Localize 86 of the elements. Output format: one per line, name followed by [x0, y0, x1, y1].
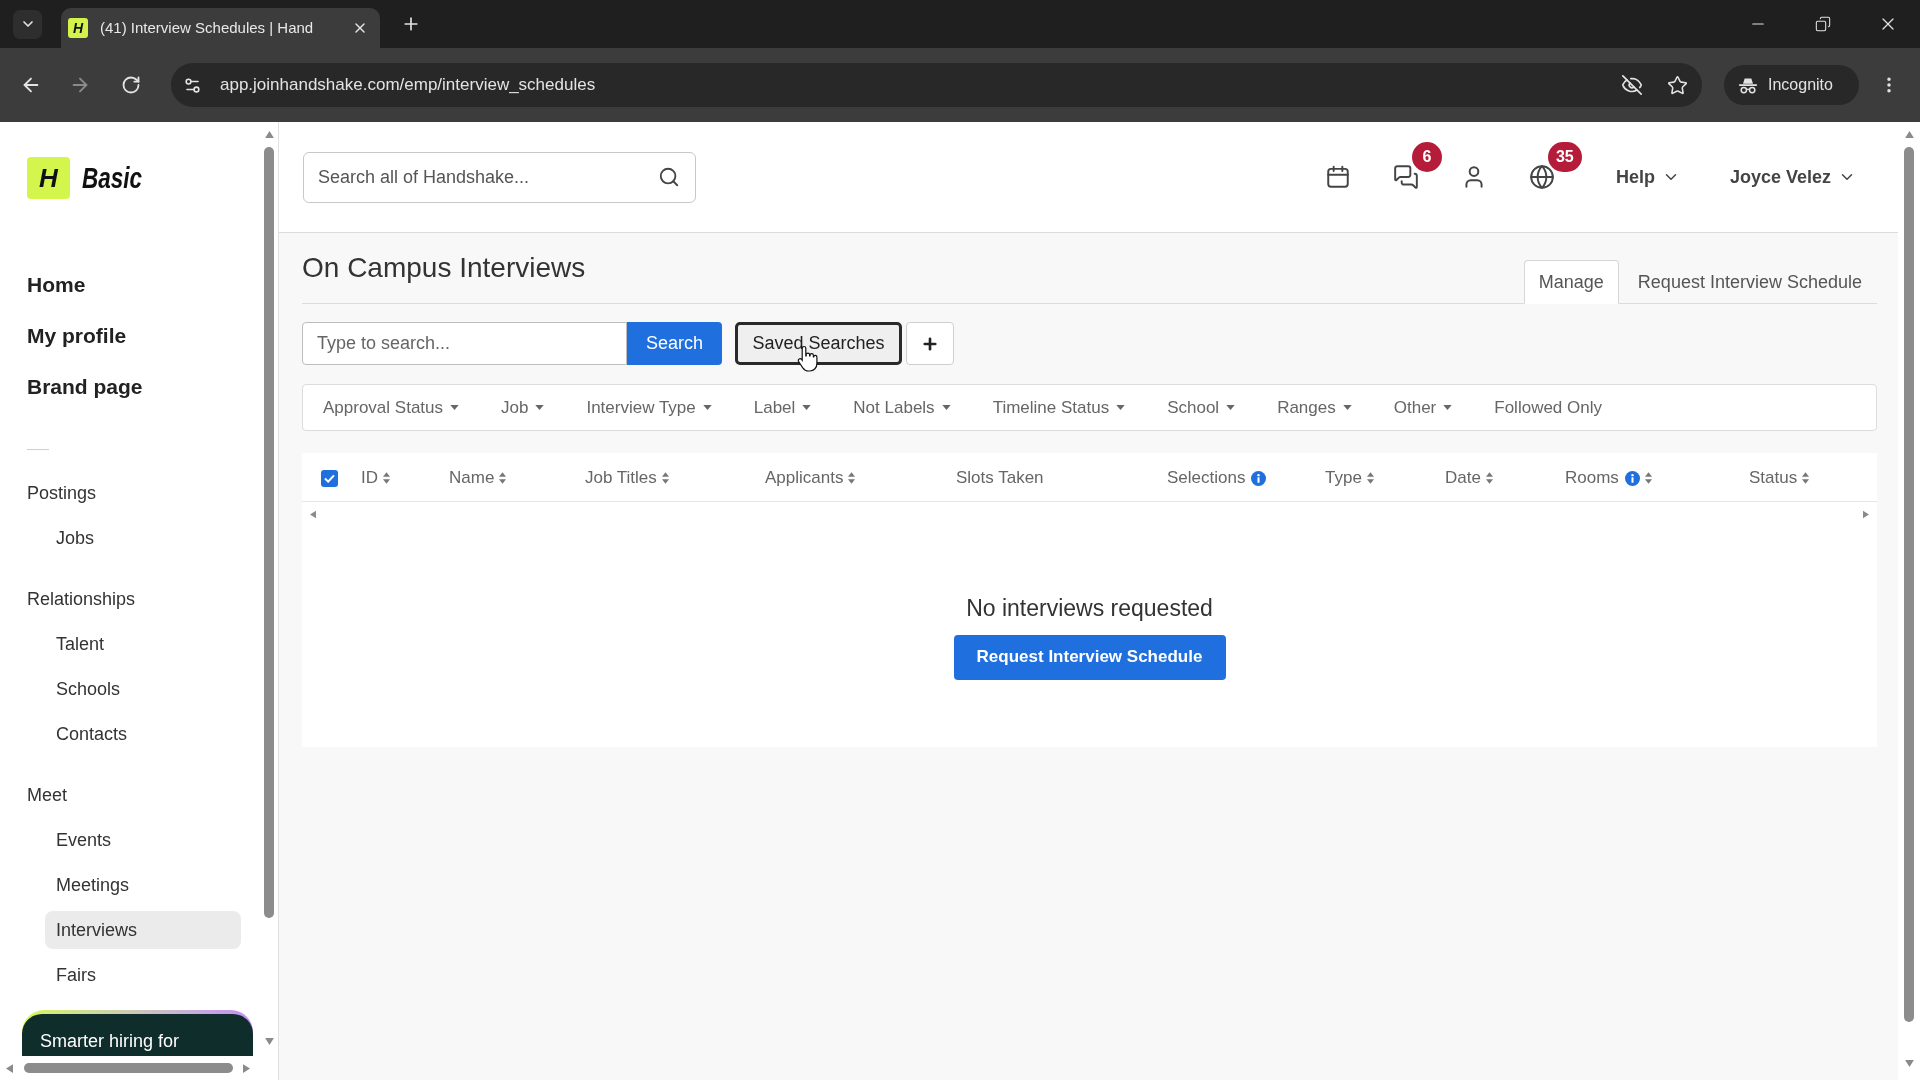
scroll-right-arrow-icon[interactable] [243, 1063, 250, 1073]
brand-name: Basic [82, 163, 143, 193]
scroll-down-arrow-icon[interactable] [1904, 1060, 1914, 1067]
restore-icon[interactable] [1814, 16, 1831, 32]
search-field[interactable]: Search all of Handshake... [303, 151, 696, 203]
column-header[interactable]: Date [1445, 465, 1481, 491]
globe-icon[interactable] [1528, 164, 1555, 190]
scroll-right-arrow-icon[interactable] [1863, 510, 1869, 519]
info-icon[interactable] [1251, 470, 1267, 486]
column-header[interactable]: Applicants [765, 465, 844, 491]
column-header[interactable]: Rooms [1565, 465, 1619, 491]
nav-section-heading: Meet [27, 783, 68, 807]
column-header[interactable]: Job Titles [585, 465, 657, 491]
notification-badge: 35 [1547, 142, 1582, 172]
notification-badge: 6 [1411, 142, 1442, 172]
incognito-icon [1738, 76, 1758, 94]
header-menu-button[interactable]: Help [1615, 163, 1680, 191]
profile-pill[interactable]: Incognito [1724, 65, 1859, 105]
page-tab[interactable]: Manage [1523, 260, 1619, 304]
favicon: H [68, 18, 88, 38]
tab-list-button[interactable] [13, 9, 42, 39]
logo-mark[interactable]: H [27, 157, 70, 199]
nav-link[interactable]: Brand page [27, 361, 143, 412]
column-header: Slots Taken [956, 467, 1044, 490]
tab-title: (41) Interview Schedules | Hand [100, 17, 314, 38]
add-search-button[interactable] [906, 322, 954, 365]
nav-link[interactable]: Meetings [45, 866, 241, 904]
filter-dropdown[interactable]: Followed Only [1494, 394, 1602, 421]
nav-link[interactable]: Contacts [45, 715, 241, 753]
info-icon[interactable] [1624, 470, 1640, 486]
filter-dropdown[interactable]: Interview Type [586, 394, 712, 421]
column-header[interactable]: Name [449, 465, 495, 491]
empty-state-message: No interviews requested [966, 594, 1213, 623]
nav-link[interactable]: Home [27, 259, 86, 310]
filter-dropdown[interactable]: Approval Status [323, 394, 459, 421]
column-header[interactable]: Type [1325, 465, 1362, 491]
filter-dropdown[interactable]: Label [753, 394, 812, 421]
filter-dropdown[interactable]: Ranges [1277, 394, 1352, 421]
scroll-up-arrow-icon[interactable] [1904, 131, 1914, 138]
nav-section-heading: Postings [27, 481, 97, 505]
filter-dropdown[interactable]: Not Labels [853, 394, 951, 421]
scrollbar-thumb[interactable] [264, 147, 275, 918]
search-icon[interactable] [658, 165, 680, 188]
nav-link[interactable]: Schools [45, 670, 241, 708]
nav-link[interactable]: Talent [45, 625, 241, 663]
column-header[interactable]: ID [361, 465, 378, 491]
nav-link[interactable]: Jobs [45, 519, 241, 557]
column-header[interactable]: Status [1749, 465, 1798, 491]
filter-dropdown[interactable]: Other [1393, 394, 1453, 421]
scroll-up-arrow-icon[interactable] [264, 131, 274, 138]
calendar-icon[interactable] [1324, 164, 1351, 190]
select-all-checkbox[interactable] [321, 469, 338, 487]
header-menu-button[interactable]: Joyce Velez [1729, 163, 1856, 191]
column-header: Selections [1167, 467, 1246, 490]
url-text: app.joinhandshake.com/emp/interview_schedules [220, 74, 596, 97]
request-schedule-button[interactable]: Request Interview Schedule [953, 634, 1226, 680]
profile-label: Incognito [1768, 75, 1833, 95]
search-field[interactable]: Type to search... [302, 322, 627, 365]
star-icon[interactable] [1667, 74, 1688, 96]
scroll-left-arrow-icon[interactable] [310, 510, 316, 519]
sliders-icon[interactable] [183, 75, 202, 95]
page-title: On Campus Interviews [302, 251, 586, 285]
search-button[interactable]: Search [627, 322, 722, 365]
nav-link[interactable]: My profile [27, 310, 127, 361]
browser-tab[interactable]: H (41) Interview Schedules | Hand [61, 8, 380, 48]
scrollbar-thumb[interactable] [1904, 147, 1914, 1022]
check-icon [324, 473, 335, 483]
filter-dropdown[interactable]: Job [501, 394, 545, 421]
scroll-left-arrow-icon[interactable] [6, 1063, 13, 1073]
close-icon[interactable] [352, 20, 368, 36]
address-bar[interactable]: app.joinhandshake.com/emp/interview_schedules [171, 63, 1702, 107]
promo-banner[interactable]: Smarter hiring for [22, 1010, 253, 1056]
reload-icon[interactable] [121, 75, 141, 95]
filter-dropdown[interactable]: Timeline Status [992, 394, 1126, 421]
scroll-down-arrow-icon[interactable] [264, 1038, 274, 1045]
nav-link[interactable]: Events [45, 821, 241, 859]
page-tab[interactable]: Request Interview Schedule [1622, 260, 1877, 304]
nav-link[interactable]: Interviews [45, 911, 241, 949]
nav-link[interactable]: Fairs [45, 956, 241, 994]
promo-text: Smarter hiring for [40, 1031, 180, 1051]
saved-searches-button[interactable]: Saved Searches [735, 322, 902, 365]
scrollbar-thumb[interactable] [24, 1063, 233, 1073]
chat-icon[interactable] [1392, 164, 1419, 190]
eye-slash-icon[interactable] [1621, 74, 1643, 96]
filter-dropdown[interactable]: School [1167, 394, 1236, 421]
nav-section-heading: Relationships [27, 587, 136, 611]
